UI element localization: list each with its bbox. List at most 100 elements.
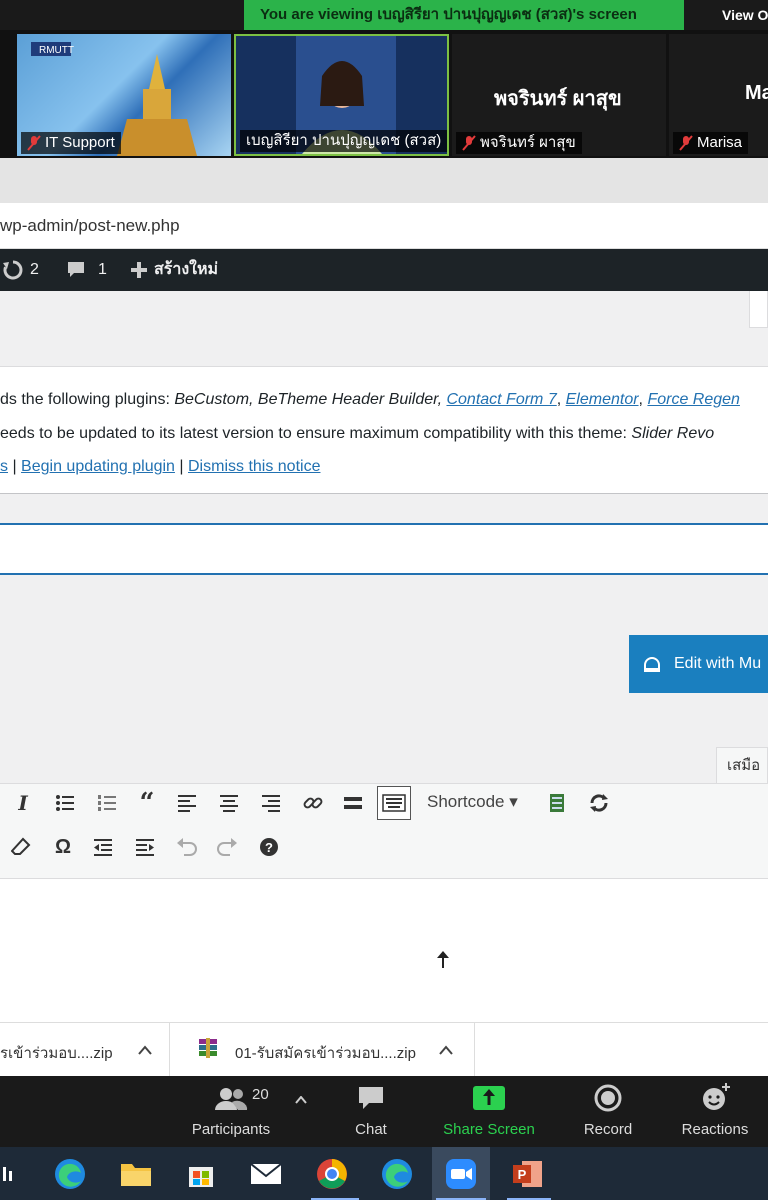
help-icon: ?: [260, 838, 278, 856]
edge-browser-icon: [55, 1158, 85, 1189]
align-right-button[interactable]: [256, 788, 286, 818]
italic-button[interactable]: I: [8, 788, 38, 818]
taskbar-edge-2[interactable]: [371, 1147, 423, 1200]
undo-icon: [177, 838, 197, 856]
toolbar-toggle-button[interactable]: [377, 786, 411, 820]
force-regen-link[interactable]: Force Regen: [647, 391, 740, 408]
taskbar-zoom[interactable]: [432, 1147, 490, 1200]
edit-with-builder-button[interactable]: Edit with Mu: [629, 635, 768, 693]
participant-tile-pajarin[interactable]: พจรินทร์ ผาสุข พจรินทร์ ผาสุข: [452, 34, 666, 156]
contact-form-7-link[interactable]: Contact Form 7: [446, 391, 556, 408]
blockquote-button[interactable]: “: [132, 788, 162, 818]
muted-mic-icon: [462, 135, 476, 151]
post-title-input[interactable]: [0, 523, 768, 575]
read-more-button[interactable]: [338, 788, 368, 818]
muted-mic-icon: [679, 135, 693, 151]
task-view-button[interactable]: [0, 1147, 20, 1200]
participant-tile-marisa[interactable]: Ma Marisa: [669, 34, 768, 156]
special-character-button[interactable]: Ω: [48, 832, 78, 862]
svg-text:RMUTT: RMUTT: [39, 45, 74, 56]
begin-updating-link[interactable]: Begin updating plugin: [21, 458, 175, 475]
participant-tile-active-speaker[interactable]: เบญสิรียา ปานปุญญเดช (สวส): [234, 34, 449, 156]
taskbar-chrome[interactable]: [306, 1147, 358, 1200]
plus-icon: [131, 262, 147, 278]
taskbar-powerpoint[interactable]: P: [502, 1147, 554, 1200]
view-options-button[interactable]: View Options: [704, 0, 768, 30]
svg-text:P: P: [518, 1167, 527, 1182]
updates-menu[interactable]: 2: [2, 249, 39, 291]
clear-formatting-button[interactable]: [6, 832, 36, 862]
reactions-icon: [703, 1083, 730, 1110]
align-center-button[interactable]: [214, 788, 244, 818]
folder-icon: [121, 1163, 151, 1186]
outdent-button[interactable]: [88, 832, 118, 862]
participants-options-chevron-icon[interactable]: [295, 1096, 307, 1104]
participants-count: 20: [252, 1086, 269, 1103]
edge-browser-icon: [382, 1158, 412, 1189]
align-right-icon: [262, 795, 280, 812]
align-left-button[interactable]: [172, 788, 202, 818]
chat-icon: [359, 1087, 383, 1109]
insert-link-button[interactable]: [298, 788, 328, 818]
redo-button[interactable]: [212, 832, 242, 862]
notice-line-1: ds the following plugins: BeCustom, BeTh…: [0, 391, 740, 408]
shortcode-builder-button[interactable]: [542, 788, 572, 818]
editor-toolbar: I “ Shortcode ▾ Ω ?: [0, 783, 768, 879]
participant-name-label: พจรินทร์ ผาสุข: [456, 132, 582, 154]
windows-taskbar: P: [0, 1147, 768, 1200]
elementor-link[interactable]: Elementor: [566, 391, 639, 408]
wp-admin-bar: 2 1 สร้างใหม่: [0, 249, 768, 291]
builder-icon: [644, 657, 660, 672]
undo-button[interactable]: [172, 832, 202, 862]
screen-options-tab[interactable]: [749, 291, 768, 328]
taskbar-file-explorer[interactable]: [110, 1147, 162, 1200]
numbered-list-button[interactable]: [92, 788, 122, 818]
notice-line-3: s | Begin updating plugin | Dismiss this…: [0, 458, 321, 475]
share-screen-button[interactable]: Share Screen: [438, 1076, 540, 1147]
taskbar-edge-1[interactable]: [44, 1147, 96, 1200]
muted-mic-icon: [27, 135, 41, 151]
numbered-list-icon: [98, 795, 116, 811]
participants-button[interactable]: 20 Participants: [180, 1076, 282, 1147]
task-view-icon: [3, 1166, 12, 1181]
refresh-icon: [590, 794, 608, 812]
zoom-app-icon: [446, 1158, 476, 1189]
read-more-icon: [344, 797, 362, 809]
tgmpa-plugin-notice: ds the following plugins: BeCustom, BeTh…: [0, 366, 768, 494]
downloads-bar: รเข้าร่วมอบ....zip 01-รับสมัครเข้าร่วมอบ…: [0, 1022, 768, 1077]
taskbar-mail[interactable]: [240, 1147, 292, 1200]
participant-tile-it-support[interactable]: RMUTT IT Support: [17, 34, 231, 156]
record-button[interactable]: Record: [576, 1076, 640, 1147]
download-item[interactable]: รเข้าร่วมอบ....zip: [0, 1023, 170, 1077]
chrome-browser-icon: [317, 1158, 347, 1189]
post-content-editor[interactable]: [0, 879, 768, 1023]
keyboard-icon: [382, 794, 406, 812]
shortcode-dropdown[interactable]: Shortcode ▾: [427, 792, 518, 812]
visual-editor-tab[interactable]: เสมือ: [716, 747, 768, 783]
new-content-menu[interactable]: สร้างใหม่: [130, 249, 218, 291]
address-bar[interactable]: wp-admin/post-new.php: [0, 203, 768, 249]
indent-icon: [136, 839, 154, 856]
notice-line-2: eeds to be updated to its latest version…: [0, 425, 715, 442]
participant-name-label: IT Support: [21, 132, 121, 154]
participant-name-label: Marisa: [673, 132, 749, 154]
stack-icon: [550, 794, 564, 812]
dismiss-notice-link[interactable]: Dismiss this notice: [188, 458, 320, 475]
redo-icon: [217, 838, 237, 856]
chevron-up-icon[interactable]: [439, 1045, 453, 1055]
keyboard-shortcuts-button[interactable]: ?: [254, 832, 284, 862]
install-plugins-link[interactable]: s: [0, 458, 8, 475]
bulleted-list-button[interactable]: [50, 788, 80, 818]
updates-icon: [3, 260, 23, 280]
reactions-button[interactable]: Reactions: [676, 1076, 754, 1147]
taskbar-ms-store[interactable]: [175, 1147, 227, 1200]
participant-big-name: พจรินทร์ ผาสุข: [494, 88, 622, 110]
zoom-meeting-controls: 20 Participants Chat Share Screen Record…: [0, 1076, 768, 1147]
indent-button[interactable]: [130, 832, 160, 862]
chevron-up-icon[interactable]: [138, 1045, 152, 1055]
download-item[interactable]: 01-รับสมัครเข้าร่วมอบ....zip: [177, 1023, 475, 1077]
chat-button[interactable]: Chat: [340, 1076, 402, 1147]
refresh-button[interactable]: [584, 788, 614, 818]
url-text: wp-admin/post-new.php: [0, 216, 180, 235]
comments-menu[interactable]: 1: [66, 249, 107, 291]
